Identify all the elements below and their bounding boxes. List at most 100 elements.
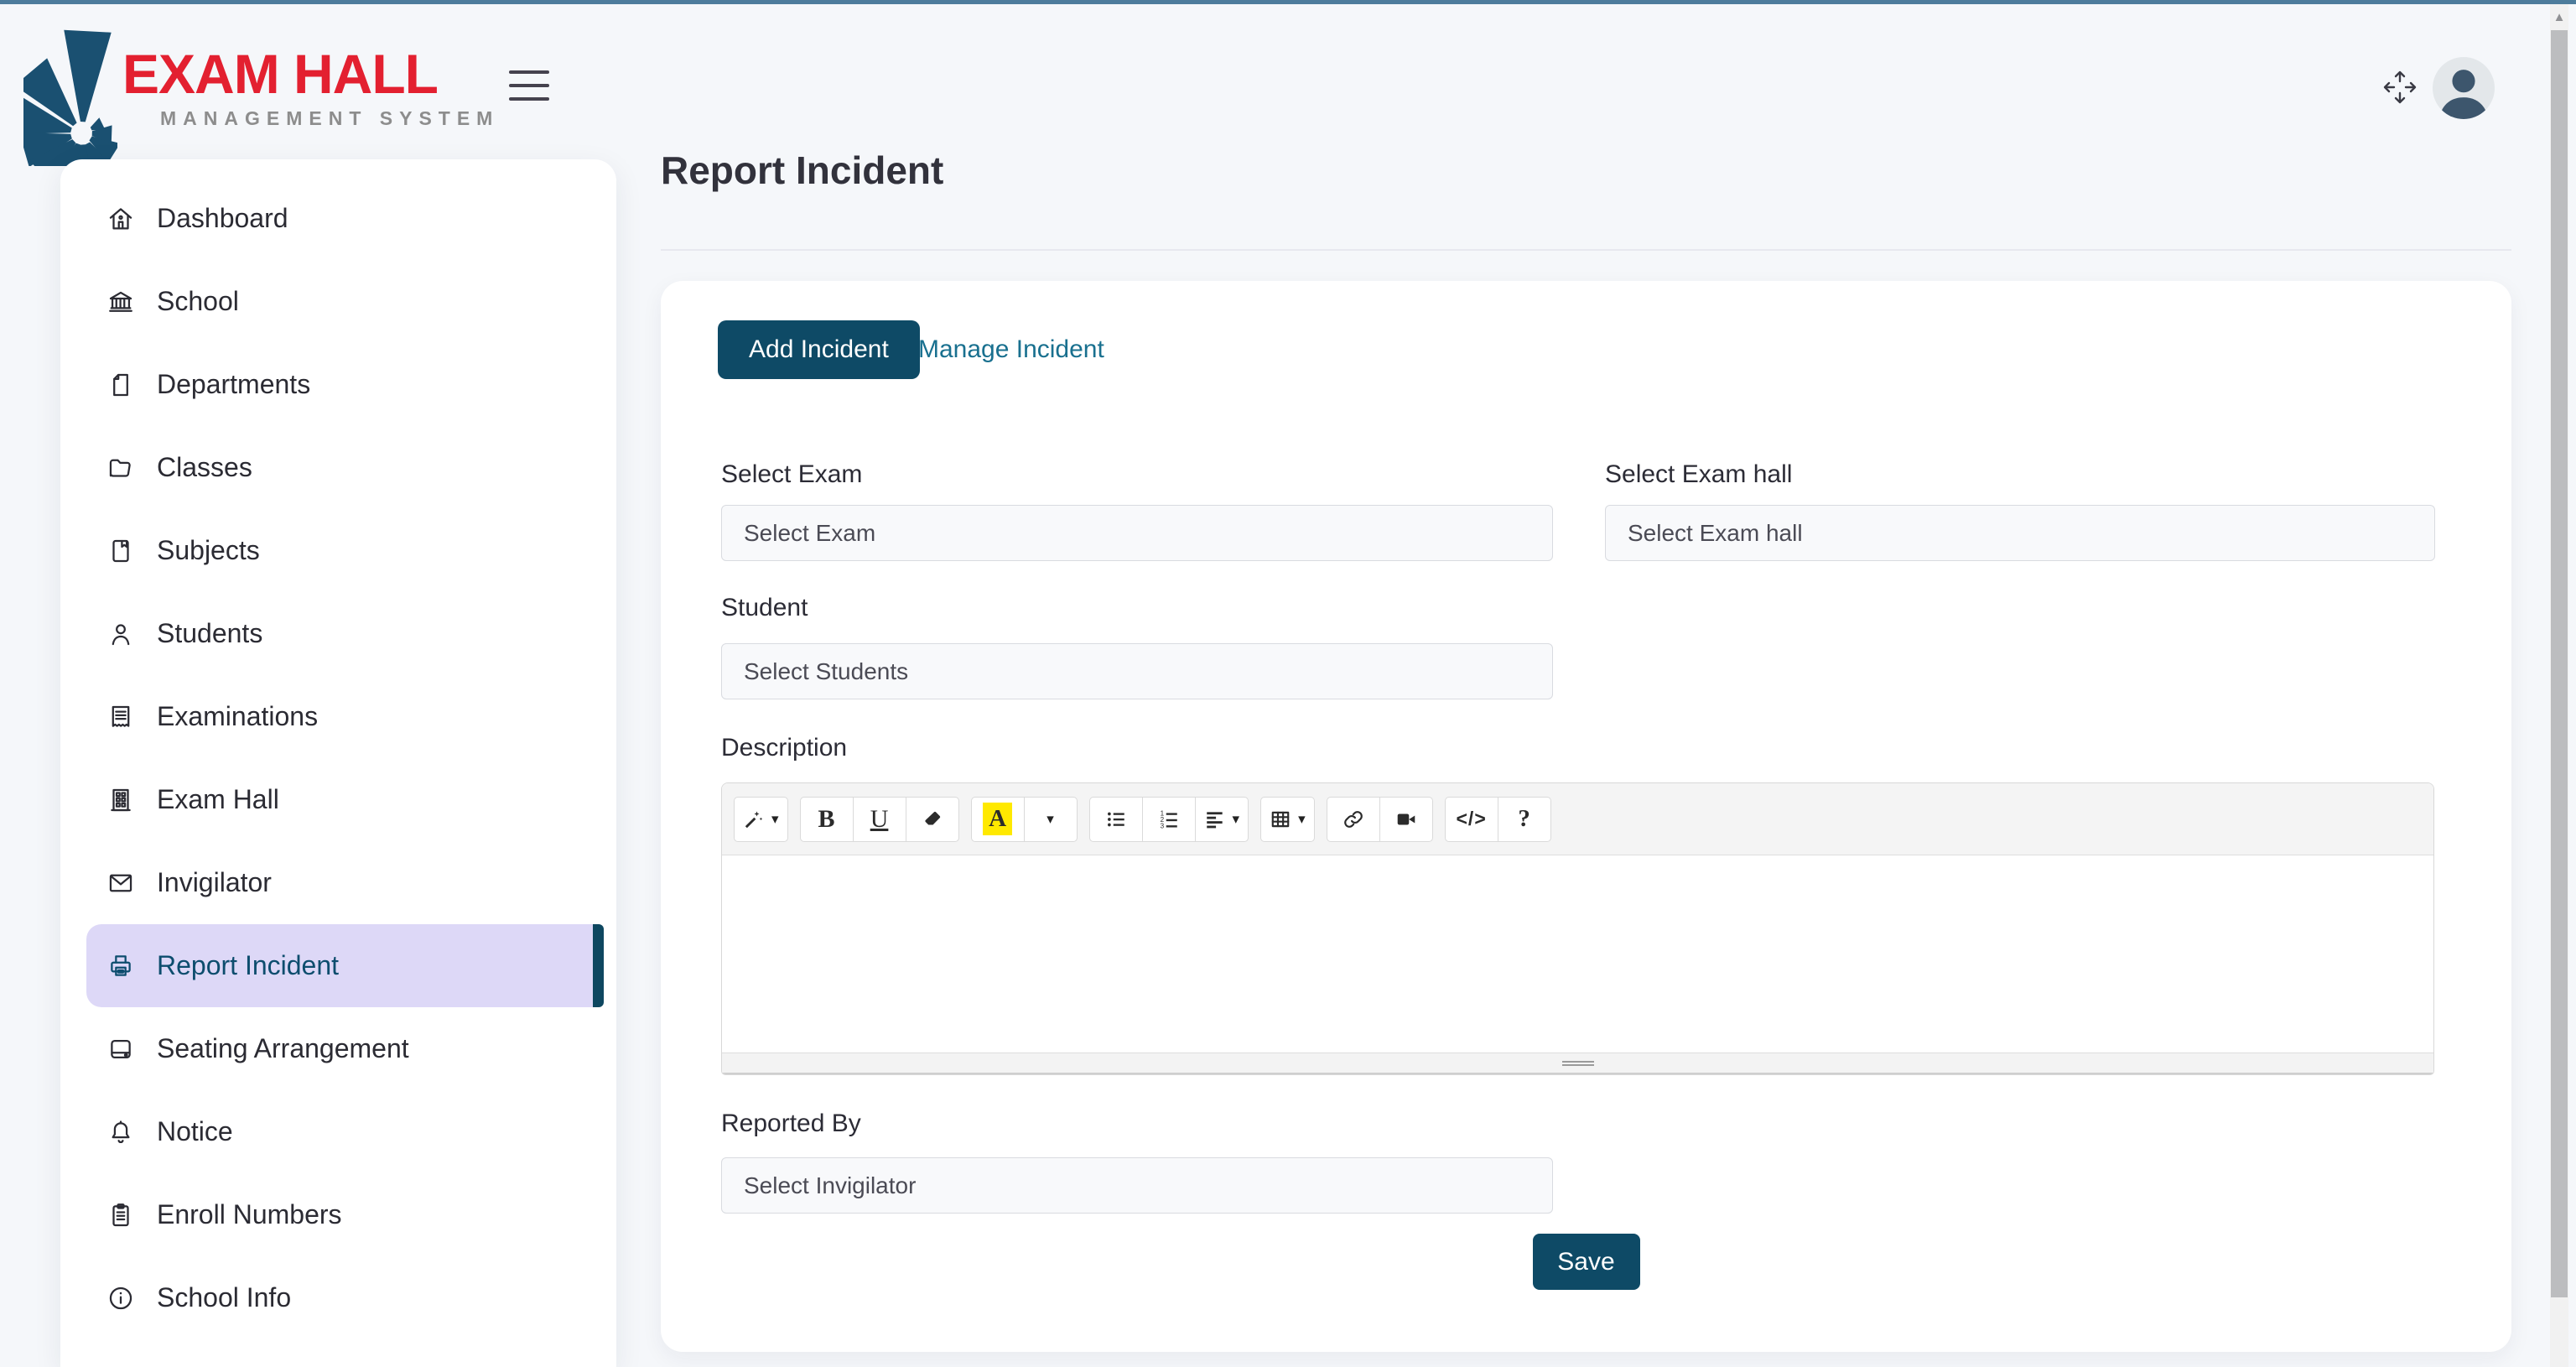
scrollbar-thumb[interactable] bbox=[2551, 30, 2568, 1297]
title-divider bbox=[661, 249, 2511, 251]
sidebar-item-seating-arrangement[interactable]: Seating Arrangement bbox=[60, 1007, 616, 1090]
eraser-icon bbox=[922, 808, 943, 830]
underline-button[interactable]: U bbox=[853, 797, 906, 842]
book-icon bbox=[106, 537, 135, 565]
magic-wand-icon bbox=[743, 808, 765, 830]
sidebar-item-departments[interactable]: Departments bbox=[60, 343, 616, 426]
envelope-icon bbox=[106, 869, 135, 897]
select-exam-hall-label: Select Exam hall bbox=[1605, 460, 1792, 489]
receipt-icon bbox=[106, 703, 135, 731]
chevron-down-icon: ▾ bbox=[1298, 812, 1306, 826]
sidebar-item-classes[interactable]: Classes bbox=[60, 426, 616, 509]
page-scrollbar[interactable]: ▲ bbox=[2550, 0, 2568, 1367]
save-button[interactable]: Save bbox=[1533, 1234, 1640, 1290]
font-color-dropdown[interactable]: ▾ bbox=[1024, 797, 1078, 842]
sidebar-item-school[interactable]: School bbox=[60, 260, 616, 343]
select-exam-hall-input[interactable] bbox=[1605, 505, 2435, 561]
font-color-glyph: A bbox=[983, 803, 1012, 834]
sidebar-item-school-info[interactable]: School Info bbox=[60, 1256, 616, 1339]
sidebar-item-label: Subjects bbox=[157, 535, 260, 566]
description-label: Description bbox=[721, 734, 847, 762]
sidebar-item-notice[interactable]: Notice bbox=[60, 1090, 616, 1173]
file-icon bbox=[106, 371, 135, 399]
app-subtitle: MANAGEMENT SYSTEM bbox=[160, 107, 499, 130]
student-input[interactable] bbox=[721, 643, 1553, 699]
sidebar-item-label: Invigilator bbox=[157, 867, 272, 898]
table-button[interactable]: ▾ bbox=[1260, 797, 1315, 842]
sidebar-item-subjects[interactable]: Subjects bbox=[60, 509, 616, 592]
sidebar-item-examinations[interactable]: Examinations bbox=[60, 675, 616, 758]
sidebar-item-report-incident[interactable]: Report Incident bbox=[86, 924, 604, 1007]
code-view-button[interactable]: </> bbox=[1445, 797, 1498, 842]
align-left-icon bbox=[1204, 808, 1226, 830]
sidebar-item-enroll-numbers[interactable]: Enroll Numbers bbox=[60, 1173, 616, 1256]
sidebar-item-label: Notice bbox=[157, 1116, 233, 1147]
paragraph-align-button[interactable]: ▾ bbox=[1195, 797, 1249, 842]
reported-by-label: Reported By bbox=[721, 1110, 861, 1138]
building-icon bbox=[106, 786, 135, 814]
bold-button[interactable]: B bbox=[800, 797, 854, 842]
video-icon bbox=[1395, 808, 1417, 830]
link-button[interactable] bbox=[1327, 797, 1380, 842]
editor-resize-bar[interactable] bbox=[722, 1053, 2433, 1074]
misc-group: </> ? bbox=[1445, 797, 1551, 842]
sidebar-item-label: Classes bbox=[157, 452, 252, 483]
scrollbar-up-arrow[interactable]: ▲ bbox=[2550, 7, 2568, 29]
sidebar-item-students[interactable]: Students bbox=[60, 592, 616, 675]
chevron-down-icon: ▾ bbox=[771, 812, 779, 826]
code-view-glyph: </> bbox=[1457, 808, 1487, 830]
sidebar-item-invigilator[interactable]: Invigilator bbox=[60, 841, 616, 924]
editor-toolbar: ▾ B U A bbox=[722, 783, 2433, 855]
house-icon bbox=[106, 205, 135, 233]
reported-by-input[interactable] bbox=[721, 1157, 1553, 1214]
unordered-list-icon bbox=[1105, 808, 1127, 830]
clipboard-icon bbox=[106, 1201, 135, 1229]
ordered-list-icon: 123 bbox=[1158, 808, 1180, 830]
sidebar-item-exam-hall[interactable]: Exam Hall bbox=[60, 758, 616, 841]
bold-glyph: B bbox=[818, 805, 835, 834]
video-button[interactable] bbox=[1379, 797, 1433, 842]
hamburger-icon[interactable] bbox=[509, 70, 549, 104]
select-exam-label: Select Exam bbox=[721, 460, 862, 489]
sidebar: Dashboard School Departments Classes Sub… bbox=[60, 159, 616, 1367]
student-label: Student bbox=[721, 594, 808, 622]
fullscreen-icon[interactable] bbox=[2379, 66, 2421, 108]
help-button[interactable]: ? bbox=[1498, 797, 1551, 842]
sidebar-item-label: Enroll Numbers bbox=[157, 1199, 342, 1230]
unordered-list-button[interactable] bbox=[1089, 797, 1143, 842]
resize-grip-icon bbox=[1562, 1059, 1594, 1068]
printer-icon bbox=[106, 952, 135, 980]
tab-add-incident[interactable]: Add Incident bbox=[718, 320, 920, 379]
top-accent-line bbox=[0, 0, 2576, 4]
sidebar-item-dashboard[interactable]: Dashboard bbox=[60, 177, 616, 260]
font-color-button[interactable]: A bbox=[971, 797, 1025, 842]
sidebar-item-label: Report Incident bbox=[157, 950, 339, 981]
style-group: ▾ bbox=[734, 797, 788, 842]
editor-content-area[interactable] bbox=[722, 855, 2433, 1053]
underline-glyph: U bbox=[870, 805, 889, 834]
color-group: A ▾ bbox=[971, 797, 1078, 842]
description-editor: ▾ B U A bbox=[721, 782, 2434, 1075]
clear-format-button[interactable] bbox=[906, 797, 959, 842]
sidebar-item-label: Exam Hall bbox=[157, 784, 279, 815]
chevron-down-icon: ▾ bbox=[1233, 812, 1240, 826]
bank-icon bbox=[106, 288, 135, 316]
font-group: B U bbox=[800, 797, 959, 842]
insert-group bbox=[1327, 797, 1433, 842]
drive-icon bbox=[106, 1035, 135, 1063]
app-title: EXAM HALL bbox=[122, 42, 438, 106]
sidebar-item-label: Departments bbox=[157, 369, 310, 400]
sidebar-item-label: Dashboard bbox=[157, 203, 288, 234]
ordered-list-button[interactable]: 123 bbox=[1142, 797, 1196, 842]
table-group: ▾ bbox=[1260, 797, 1315, 842]
tab-manage-incident[interactable]: Manage Incident bbox=[918, 320, 1104, 379]
help-glyph: ? bbox=[1518, 805, 1530, 833]
sidebar-item-label: School bbox=[157, 286, 239, 317]
page-title: Report Incident bbox=[661, 148, 943, 193]
sidebar-item-label: Seating Arrangement bbox=[157, 1033, 409, 1064]
magic-style-button[interactable]: ▾ bbox=[734, 797, 788, 842]
svg-text:3: 3 bbox=[1160, 822, 1164, 829]
sidebar-item-label: School Info bbox=[157, 1282, 291, 1313]
user-avatar[interactable] bbox=[2433, 57, 2495, 119]
select-exam-input[interactable] bbox=[721, 505, 1553, 561]
